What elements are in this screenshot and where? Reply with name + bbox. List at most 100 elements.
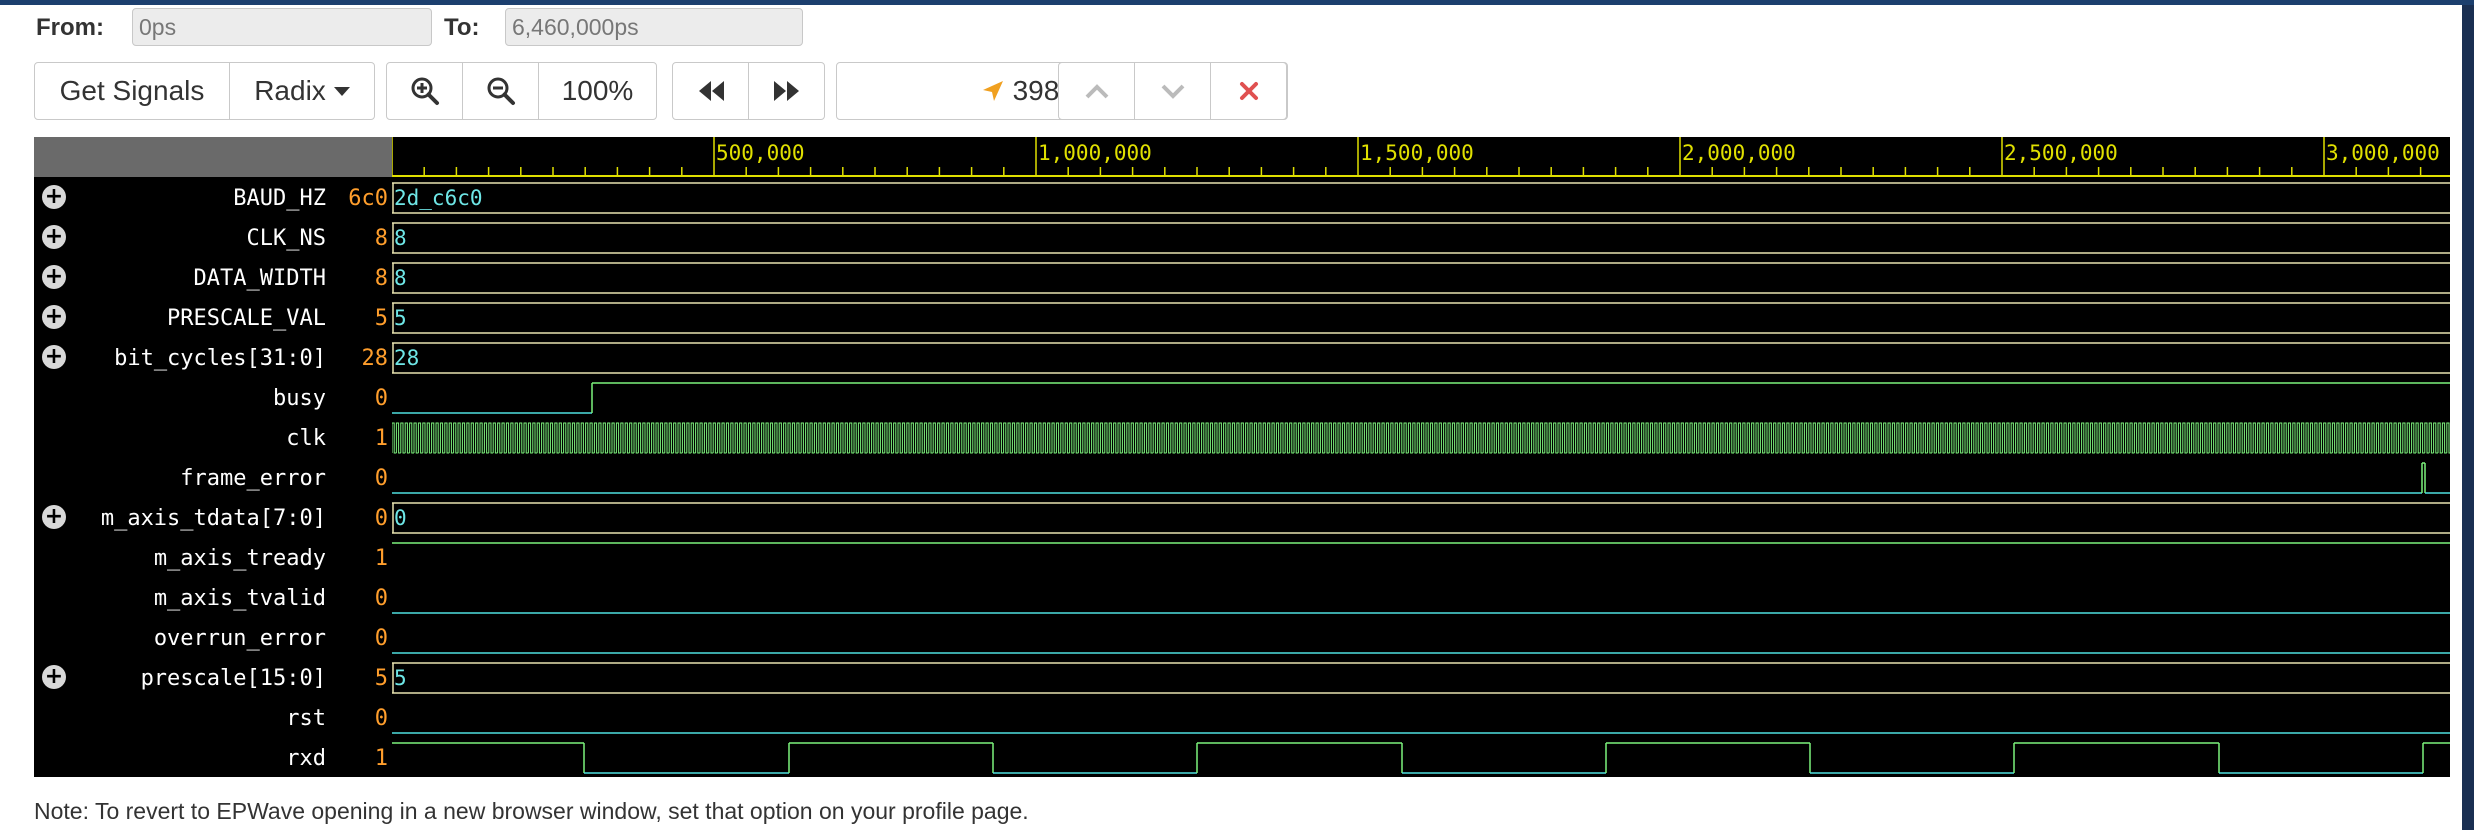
signal-value: 6c0 (348, 186, 388, 211)
signal-name: m_axis_tdata[7:0] (100, 506, 326, 531)
bus-value-label: 8 (394, 266, 407, 290)
signal-name: PRESCALE_VAL (167, 306, 326, 331)
signal-row[interactable]: + DATA_WIDTH 8 (34, 257, 392, 297)
signal-name: BAUD_HZ (233, 186, 326, 211)
fast-backward-icon (698, 81, 724, 101)
signal-row[interactable]: + m_axis_tdata[7:0] 0 (34, 497, 392, 537)
signal-row[interactable]: m_axis_tvalid 0 (34, 577, 392, 617)
expand-plus-icon[interactable]: + (42, 185, 66, 209)
zoom-in-button[interactable] (386, 62, 463, 120)
signal-name: m_axis_tready (153, 546, 326, 571)
waveform-viewer[interactable]: 500,000 1,000,000 1,500,000 2,000,000 2,500,… (34, 137, 2450, 777)
previous-edge-button[interactable] (672, 62, 749, 120)
move-up-button[interactable] (1058, 62, 1135, 120)
bus-value-label: 2d_c6c0 (394, 186, 483, 210)
signal-value: 0 (374, 506, 388, 531)
clock-waveform (392, 422, 2450, 454)
signal-value: 8 (374, 226, 388, 251)
expand-plus-icon[interactable]: + (42, 665, 66, 689)
ruler-tick-label: 3,000,000 (2326, 141, 2440, 165)
bus-value-label: 5 (394, 666, 407, 690)
remove-signal-button[interactable] (1210, 62, 1287, 120)
signal-row[interactable]: + CLK_NS 8 (34, 217, 392, 257)
signal-row[interactable]: + PRESCALE_VAL 5 (34, 297, 392, 337)
signal-value: 28 (361, 346, 389, 371)
signal-value: 0 (374, 466, 388, 491)
signal-row[interactable]: clk 1 (34, 417, 392, 457)
signal-name: m_axis_tvalid (153, 586, 326, 611)
zoom-out-icon (487, 77, 515, 105)
signal-value: 0 (374, 386, 388, 411)
signal-row[interactable]: + bit_cycles[31:0] 28 (34, 337, 392, 377)
signal-name: overrun_error (153, 626, 326, 651)
to-input[interactable] (505, 8, 803, 46)
signals-button-group: Get Signals Radix (34, 62, 375, 120)
signal-row[interactable]: + BAUD_HZ 6c0 (34, 177, 392, 217)
signal-name: clk (286, 426, 326, 451)
expand-plus-icon[interactable]: + (42, 305, 66, 329)
signal-row[interactable]: busy 0 (34, 377, 392, 417)
close-icon (1239, 82, 1258, 100)
ruler-tick-label: 1,000,000 (1038, 141, 1152, 165)
expand-plus-icon[interactable]: + (42, 505, 66, 529)
waveform-canvas[interactable]: 2d_c6c0 8 8 5 28 0 5 (392, 177, 2450, 777)
caret-down-icon (333, 86, 350, 96)
navigate-button-group (672, 62, 825, 120)
signal-name: frame_error (180, 466, 326, 491)
signal-order-group (1058, 62, 1287, 120)
ruler-tick-label: 1,500,000 (1360, 141, 1474, 165)
expand-plus-icon[interactable]: + (42, 265, 66, 289)
signal-row[interactable]: frame_error 0 (34, 457, 392, 497)
signal-value: 8 (374, 266, 388, 291)
signal-name: DATA_WIDTH (193, 266, 326, 291)
signal-value: 0 (374, 626, 388, 651)
signal-name: rst (286, 706, 326, 731)
get-signals-button[interactable]: Get Signals (34, 62, 230, 120)
signal-name: prescale[15:0] (140, 666, 326, 691)
fast-forward-icon (773, 81, 799, 101)
signal-name: CLK_NS (246, 226, 326, 251)
bus-value-label: 5 (394, 306, 407, 330)
move-down-button[interactable] (1134, 62, 1211, 120)
bus-value-label: 8 (394, 226, 407, 250)
ruler-tick-label: 2,500,000 (2004, 141, 2118, 165)
expand-plus-icon[interactable]: + (42, 225, 66, 249)
range-row: From: To: (0, 5, 2460, 53)
signal-row[interactable]: rxd 1 (34, 737, 392, 777)
time-ruler[interactable]: 500,000 1,000,000 1,500,000 2,000,000 2,500,… (392, 137, 2450, 177)
chevron-down-icon (1161, 84, 1184, 99)
signal-row[interactable]: overrun_error 0 (34, 617, 392, 657)
location-arrow-icon (982, 81, 1003, 101)
signal-value: 5 (374, 306, 388, 331)
ruler-tick-label: 500,000 (716, 141, 805, 165)
profile-note: Note: To revert to EPWave opening in a n… (34, 798, 1029, 824)
signal-name-header (34, 137, 392, 177)
signal-name: busy (273, 386, 326, 411)
signal-value: 0 (374, 586, 388, 611)
to-label: To: (444, 14, 480, 41)
signal-value: 1 (374, 746, 388, 771)
radix-dropdown[interactable]: Radix (229, 62, 375, 120)
signal-row[interactable]: + prescale[15:0] 5 (34, 657, 392, 697)
from-label: From: (36, 14, 104, 41)
signal-name: bit_cycles[31:0] (114, 346, 326, 371)
signal-value: 1 (374, 426, 388, 451)
from-input[interactable] (132, 8, 432, 46)
right-edge (2462, 5, 2474, 830)
zoom-out-button[interactable] (462, 62, 539, 120)
signal-name: rxd (286, 746, 326, 771)
ruler-tick-label: 2,000,000 (1682, 141, 1796, 165)
zoom-in-icon (411, 77, 439, 105)
signal-value: 5 (374, 666, 388, 691)
bus-value-label: 0 (394, 506, 407, 530)
zoom-button-group: 100% (386, 62, 657, 120)
signal-value: 0 (374, 706, 388, 731)
signal-value: 1 (374, 546, 388, 571)
bus-value-label: 28 (394, 346, 419, 370)
signal-row[interactable]: m_axis_tready 1 (34, 537, 392, 577)
next-edge-button[interactable] (748, 62, 825, 120)
signal-row[interactable]: rst 0 (34, 697, 392, 737)
expand-plus-icon[interactable]: + (42, 345, 66, 369)
chevron-up-icon (1085, 84, 1108, 99)
zoom-level-button[interactable]: 100% (538, 62, 657, 120)
